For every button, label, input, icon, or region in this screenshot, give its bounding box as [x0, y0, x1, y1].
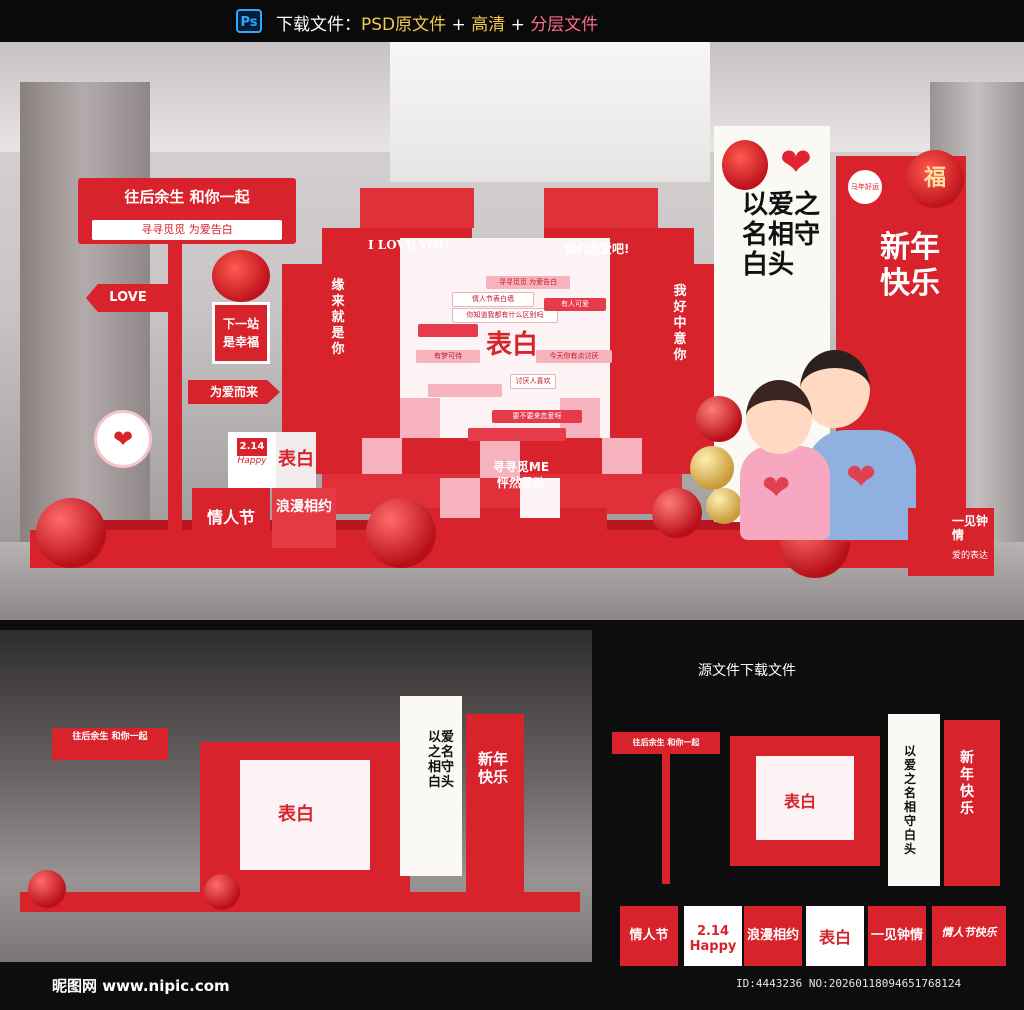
panel-red-text: 新年快乐 — [880, 230, 940, 301]
source-file-title: 源文件下载文件 — [698, 663, 796, 679]
red-ball — [36, 498, 106, 568]
flat-heart-text: 表白 — [784, 792, 817, 811]
girl-face — [746, 380, 812, 454]
card-qingrenjie: 情人节 — [620, 906, 678, 966]
card-biaobai: 表白 — [806, 906, 864, 966]
lantern-icon — [212, 250, 270, 302]
footer-id: ID:4443236 NO:20260118094651768124 — [736, 977, 962, 990]
flat-post — [662, 754, 670, 884]
cube-214: 2.14 Happy — [228, 432, 276, 488]
banner-hd: 高清 — [471, 15, 506, 35]
bubble: 有梦可待 — [416, 350, 480, 363]
lantern-icon — [722, 140, 768, 190]
lips-icon: ❤ — [94, 410, 152, 468]
heart-icon: ❤ — [780, 140, 812, 184]
heart-bottom-2: 怦然星动 — [496, 476, 545, 490]
heart-vertical-left: 缘来就是你 — [331, 278, 345, 357]
sign-love: LOVE — [86, 284, 170, 312]
pixel — [602, 438, 642, 474]
heart-icon: ❤ — [846, 457, 877, 498]
badge-mayear: 马年好运 — [848, 170, 882, 204]
heart-top-left — [360, 188, 474, 228]
photoshop-icon: Ps — [236, 9, 262, 33]
bubble: 有人可爱 — [544, 298, 606, 311]
sign-title: 往后余生 和你一起 — [124, 188, 250, 206]
flat-white-text: 以爱之名相守白头 — [904, 744, 917, 856]
bubble: 你知道我都有什么区别吗 — [452, 308, 558, 323]
couple-illustration: ❤ ❤ — [740, 350, 920, 540]
cube-yijian: 一见钟情 爱的表达 — [908, 508, 994, 576]
preview-white-text: 以爱之名相守白头 — [428, 730, 455, 790]
banner-plus-2: + — [505, 15, 531, 35]
preview-heart-text: 表白 — [278, 804, 314, 825]
bubble: 情人节表白墙 — [452, 292, 534, 307]
heart-bottom-1: 寻寻觅ME — [492, 460, 550, 474]
preview-scene: 往后余生 和你一起 表白 新年快乐 以爱之名相守白头 — [0, 630, 592, 962]
cube-ai-text: 爱的表达 — [952, 551, 989, 561]
balloon — [696, 396, 742, 442]
cube-qingrenjie: 情人节 — [192, 488, 270, 548]
heart-vertical-right: 我好中意你 — [673, 284, 687, 363]
fu-lantern-icon: 福 — [906, 150, 964, 208]
flat-red-text: 新年快乐 — [960, 750, 974, 817]
cube-214-date: 2.14 — [237, 438, 267, 456]
banner-layered: 分层文件 — [530, 15, 599, 35]
red-ball — [204, 874, 240, 910]
preview-sign: 往后余生 和你一起 — [52, 728, 168, 760]
heart-center-text: 表白 — [486, 330, 539, 360]
sign-post — [168, 222, 182, 532]
banner-text: 下载文件：PSD原文件 + 高清 + 分层文件 — [276, 10, 598, 35]
bubble: 要不要来恋爱呀 — [492, 410, 582, 423]
bubble: 寻寻觅觅 为爱告白 — [486, 276, 570, 289]
cube-yijian-text: 一见钟情 — [952, 514, 989, 542]
cube-langman: 浪漫相约 — [272, 488, 336, 548]
card-214: 2.14 Happy — [684, 906, 742, 966]
bubble: 讨厌人喜欢 — [510, 374, 556, 389]
balloon — [690, 446, 734, 490]
heart-title-left: I LOVE YOU — [368, 238, 449, 252]
footer-logo: 昵图网 www.nipic.com — [52, 977, 230, 995]
sign-next-stop: 下一站 是幸福 — [212, 302, 270, 364]
bubble-empty — [428, 384, 502, 397]
cube-happy: Happy — [237, 456, 267, 466]
panel-white-text: 以爱之名相守白头 — [742, 190, 821, 280]
card-yijian: 一见钟情 — [868, 906, 926, 966]
bubble-empty — [418, 324, 478, 337]
sign-for-love: 为爱而来 — [188, 380, 280, 404]
preview-red-text: 新年快乐 — [478, 750, 509, 786]
pixel — [362, 438, 402, 474]
sign-next-line1: 下一站 — [222, 317, 259, 331]
pixel — [400, 398, 440, 438]
card-kuaile: 情人节快乐 — [932, 906, 1006, 966]
heart-wall: I LOVE YOU 我们恋爱吧! 缘来就是你 我好中意你 寻寻觅觅 为爱告白 … — [282, 188, 722, 538]
banner-psd: PSD原文件 — [361, 15, 447, 35]
preview-panel-red — [466, 714, 524, 894]
cube-biaobai: 表白 — [276, 432, 316, 488]
red-ball — [28, 870, 66, 908]
heart-icon: ❤ — [762, 468, 791, 508]
banner-prefix: 下载文件： — [276, 15, 361, 35]
red-ball — [366, 498, 436, 568]
balloon — [706, 488, 742, 524]
bubble: 今天你有点讨厌 — [536, 350, 612, 363]
card-langman: 浪漫相约 — [744, 906, 802, 966]
wall-light — [390, 42, 710, 182]
banner-plus-1: + — [446, 15, 472, 35]
bubble-empty — [468, 428, 566, 441]
pillar-left — [20, 82, 150, 562]
sign-next-line2: 是幸福 — [222, 335, 259, 349]
sign-subtitle: 寻寻觅觅 为爱告白 — [92, 220, 282, 240]
flat-sign: 往后余生 和你一起 — [612, 732, 720, 754]
heart-title-right: 我们恋爱吧! — [564, 242, 630, 256]
heart-top-right — [544, 188, 658, 228]
balloon — [652, 488, 702, 538]
pixel — [440, 478, 480, 518]
